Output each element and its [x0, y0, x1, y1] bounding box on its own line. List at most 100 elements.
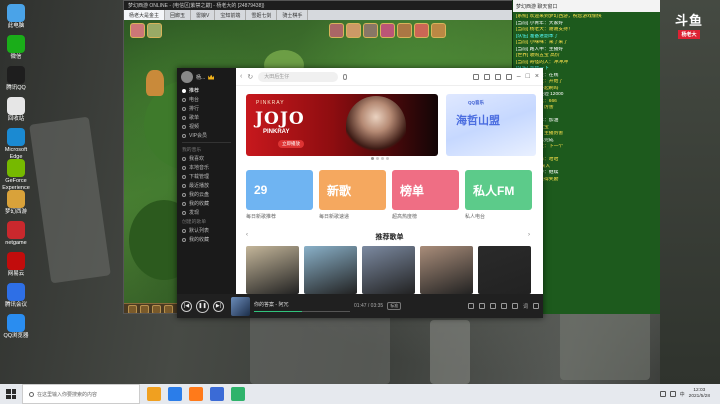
sidebar-item[interactable]: 我的云盘 [177, 190, 236, 199]
game-tab[interactable]: 骑士棋手 [277, 10, 309, 20]
close-button[interactable]: × [535, 73, 539, 80]
team-portrait[interactable] [431, 23, 446, 38]
desktop-icon[interactable]: Microsoft Edge [0, 128, 32, 161]
sidebar-item[interactable]: 视频 [177, 122, 236, 131]
sidebar-item[interactable]: 我的收藏 [177, 199, 236, 208]
team-portrait[interactable] [363, 23, 378, 38]
minimize-button[interactable]: – [517, 73, 521, 80]
album-cover[interactable] [231, 296, 250, 316]
team-portrait[interactable] [346, 23, 361, 38]
desktop-icon[interactable]: 此电脑 [0, 4, 32, 30]
pause-button[interactable]: ❚❚ [196, 299, 209, 313]
volume-icon[interactable] [511, 303, 518, 309]
game-tab[interactable]: 雪姬七剑 [246, 10, 278, 20]
progress-bar[interactable] [254, 310, 350, 312]
quick-card[interactable]: 榜单 [392, 170, 459, 210]
taskbar-app-icon[interactable] [210, 387, 224, 401]
quick-card[interactable]: 29 [246, 170, 313, 210]
playlist-icon[interactable] [533, 303, 539, 309]
pet-portrait[interactable] [147, 23, 162, 38]
secondary-banner[interactable]: QQ音乐 海哲山盟 [446, 94, 536, 156]
sidebar-item[interactable]: 发现 [177, 208, 236, 217]
team-portrait[interactable] [414, 23, 429, 38]
sidebar-item[interactable]: 电台 [177, 95, 236, 104]
desktop-icon[interactable]: netgame [0, 221, 32, 247]
pager-dot[interactable] [386, 157, 389, 160]
game-tab[interactable]: 宝知前端 [215, 10, 247, 20]
mini-mode-icon[interactable] [505, 73, 512, 80]
pager-dot[interactable] [376, 157, 379, 160]
settings-icon[interactable] [494, 73, 501, 80]
sidebar-item[interactable]: 歌单 [177, 113, 236, 122]
desktop-icon[interactable]: 梦幻西游 [0, 190, 32, 216]
game-tab[interactable]: 杨老大是金主 [124, 10, 166, 20]
avatar[interactable] [181, 71, 193, 83]
sidebar-item[interactable]: VIP会员 [177, 131, 236, 140]
input-method-indicator[interactable]: 中 [680, 391, 685, 398]
comment-icon[interactable] [489, 303, 496, 309]
taskbar-app-icon[interactable] [231, 387, 245, 401]
playlist-card[interactable] [304, 246, 357, 294]
player-portrait[interactable] [130, 23, 145, 38]
promo-banner[interactable]: PINKRAY JOJO PINKRAY 立即播放 [246, 94, 438, 156]
next-track-button[interactable]: ▶| [213, 300, 224, 312]
sidebar-item[interactable]: 最近播放 [177, 181, 236, 190]
user-profile[interactable]: 杨... [177, 68, 236, 86]
team-portrait[interactable] [380, 23, 395, 38]
action-slot[interactable] [140, 305, 149, 313]
song-title[interactable]: 你的答案 - 阿冗 [254, 301, 350, 308]
quality-badge[interactable]: 标准 [387, 302, 402, 310]
play-mode-icon[interactable] [500, 303, 507, 309]
volume-tray-icon[interactable] [669, 391, 676, 397]
action-slot[interactable] [128, 305, 137, 313]
mic-icon[interactable] [343, 73, 348, 80]
pager-dot[interactable] [381, 157, 384, 160]
user-name[interactable]: 杨... [196, 74, 205, 81]
game-character[interactable] [146, 70, 164, 96]
download-icon[interactable] [478, 303, 485, 309]
skin-icon[interactable] [472, 73, 479, 80]
prev-track-button[interactable]: |◀ [181, 300, 192, 312]
prev-arrow-icon[interactable]: ‹ [246, 232, 248, 238]
sidebar-item[interactable]: 下载管理 [177, 172, 236, 181]
sidebar-item[interactable]: 我喜欢 [177, 154, 236, 163]
game-tab[interactable]: 回廊玉 [165, 10, 192, 20]
clock[interactable]: 12:03 2021/5/28 [689, 388, 710, 400]
sidebar-item[interactable]: 默认列表 [177, 226, 236, 235]
game-titlebar[interactable]: 梦幻西游 ONLINE - (电信区[紫禁之巅] - 杨老大的 [2487943… [124, 1, 537, 10]
desktop-icon[interactable]: 回收站 [0, 97, 32, 123]
desktop-icon[interactable]: QQ浏览器 [0, 314, 32, 340]
sidebar-item[interactable]: 推荐 [177, 86, 236, 95]
playlist-card[interactable] [362, 246, 415, 294]
like-icon[interactable] [467, 303, 474, 309]
next-arrow-icon[interactable]: › [528, 232, 530, 238]
music-search-input[interactable]: 大田后生仔 [258, 71, 339, 82]
taskbar-app-icon[interactable] [147, 387, 161, 401]
desktop-icon[interactable]: 网易云 [0, 252, 32, 278]
start-button[interactable] [0, 384, 22, 404]
desktop-icon[interactable]: 微信 [0, 35, 32, 61]
taskbar-app-icon[interactable] [168, 387, 182, 401]
sidebar-item[interactable]: 排行 [177, 104, 236, 113]
desktop-icon[interactable]: GeForce Experience [0, 159, 32, 192]
team-portrait[interactable] [329, 23, 344, 38]
team-portrait[interactable] [397, 23, 412, 38]
maximize-button[interactable]: □ [526, 73, 530, 80]
action-slot[interactable] [152, 305, 161, 313]
quick-card[interactable]: 私人FM [465, 170, 532, 210]
playlist-card[interactable] [246, 246, 299, 294]
desktop-icon[interactable]: 腾讯会议 [0, 283, 32, 309]
message-icon[interactable] [483, 73, 490, 80]
quick-card[interactable]: 新歌 [319, 170, 386, 210]
banner-play-button[interactable]: 立即播放 [278, 140, 304, 148]
playlist-card[interactable] [420, 246, 473, 294]
game-tab[interactable]: 雷娘V [191, 10, 216, 20]
sidebar-item[interactable]: 本地音乐 [177, 163, 236, 172]
taskbar-search[interactable]: 在这里输入你要搜索的内容 [22, 384, 140, 404]
taskbar-app-icon[interactable] [189, 387, 203, 401]
sidebar-item[interactable]: 我的收藏 [177, 235, 236, 244]
network-icon[interactable] [659, 391, 666, 397]
music-app-window[interactable]: 杨... 推荐 电台 排行 歌单 视频 VIP会员 我的音乐 我喜欢 本地音乐 下载管理 最近播… [177, 68, 543, 318]
playlist-card[interactable] [478, 246, 531, 294]
refresh-icon[interactable]: ↻ [247, 73, 253, 81]
